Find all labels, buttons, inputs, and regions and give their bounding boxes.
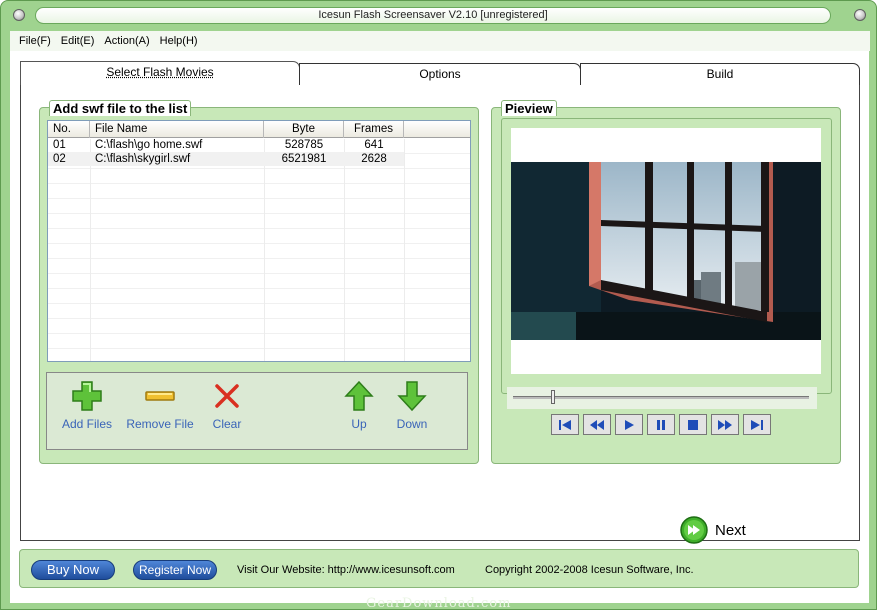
table-row[interactable]: 01 C:\flash\go home.swf 528785 641 <box>48 138 470 152</box>
app-window: Icesun Flash Screensaver V2.10 [unregist… <box>0 0 877 610</box>
cell-file-name: C:\flash\go home.swf <box>95 139 203 151</box>
tab-label: Build <box>706 67 734 81</box>
cell-byte: 528785 <box>284 139 324 151</box>
button-label: Up <box>351 417 367 431</box>
add-files-button[interactable]: Add Files <box>57 379 117 431</box>
group-title: Pieview <box>501 100 557 116</box>
column-divider <box>90 139 91 361</box>
seek-bar[interactable] <box>507 387 817 409</box>
client-area: Select Flash Movies Options Build Add sw… <box>10 51 869 603</box>
down-button[interactable]: Down <box>391 379 433 431</box>
file-list[interactable]: No. File Name Byte Frames 01 C:\flash\go… <box>47 120 471 362</box>
next-arrow-icon <box>680 516 708 544</box>
column-header-empty <box>404 121 470 138</box>
player-controls <box>551 414 771 435</box>
button-label: Add Files <box>61 417 113 431</box>
menu-bar: File(F) Edit(E) Action(A) Help(H) <box>10 31 870 51</box>
title-bar[interactable]: Icesun Flash Screensaver V2.10 [unregist… <box>5 4 874 28</box>
rewind-button[interactable] <box>583 414 611 435</box>
status-bar: Buy Now Register Now Visit Our Website: … <box>19 549 859 588</box>
button-label: Clear <box>212 417 242 431</box>
button-label: Down <box>396 417 428 431</box>
arrow-down-icon <box>394 379 430 413</box>
column-header-file-name[interactable]: File Name <box>90 121 264 138</box>
tab-panel: Add swf file to the list No. File Name B… <box>20 85 860 544</box>
rewind-icon <box>590 419 604 430</box>
system-menu-icon[interactable] <box>13 9 25 21</box>
table-row[interactable]: 02 C:\flash\skygirl.swf 6521981 2628 <box>48 152 404 166</box>
file-toolbar: Add Files Remove File Clear Up Down <box>46 372 468 450</box>
minus-icon <box>142 379 178 413</box>
cell-frames: 2628 <box>361 153 387 165</box>
pause-button[interactable] <box>647 414 675 435</box>
tab-label: Options <box>419 67 461 81</box>
menu-file[interactable]: File(F) <box>19 35 51 47</box>
next-label: Next <box>715 521 746 539</box>
tab-label: Select Flash Movies <box>106 65 214 79</box>
preview-image <box>511 162 821 340</box>
next-button[interactable]: Next <box>679 515 746 545</box>
skip-first-icon <box>559 419 571 430</box>
menu-action[interactable]: Action(A) <box>104 35 149 47</box>
up-button[interactable]: Up <box>339 379 379 431</box>
fast-forward-icon <box>718 419 732 430</box>
cell-file-name: C:\flash\skygirl.swf <box>95 153 191 165</box>
seek-thumb[interactable] <box>551 390 556 404</box>
fast-forward-button[interactable] <box>711 414 739 435</box>
x-icon <box>209 379 245 413</box>
column-header-frames[interactable]: Frames <box>344 121 404 138</box>
website-text[interactable]: Visit Our Website: http://www.icesunsoft… <box>237 564 455 576</box>
column-divider <box>404 139 405 361</box>
preview-group: Pieview <box>491 100 841 464</box>
remove-file-button[interactable]: Remove File <box>121 379 199 431</box>
tab-options[interactable]: Options <box>299 63 581 85</box>
column-divider <box>344 139 345 361</box>
cell-frames: 641 <box>364 139 384 151</box>
column-divider <box>264 139 265 361</box>
column-header-byte[interactable]: Byte <box>264 121 344 138</box>
stop-icon <box>688 419 698 430</box>
play-icon <box>625 419 634 430</box>
tab-build[interactable]: Build <box>580 63 860 85</box>
clear-button[interactable]: Clear <box>207 379 247 431</box>
file-list-group: Add swf file to the list No. File Name B… <box>39 100 479 464</box>
buy-now-button[interactable]: Buy Now <box>31 560 115 580</box>
seek-track <box>513 396 809 399</box>
list-gridlines <box>48 139 470 361</box>
close-icon[interactable] <box>854 9 866 21</box>
cell-no: 02 <box>53 153 66 165</box>
button-label: Remove File <box>126 417 194 431</box>
plus-icon <box>69 379 105 413</box>
cell-byte: 6521981 <box>281 153 327 165</box>
arrow-up-icon <box>341 379 377 413</box>
watermark: GearDownload.com <box>366 596 512 610</box>
list-header: No. File Name Byte Frames <box>48 121 470 138</box>
play-button[interactable] <box>615 414 643 435</box>
pause-icon <box>657 419 665 430</box>
tab-select-flash-movies[interactable]: Select Flash Movies <box>20 61 300 86</box>
first-button[interactable] <box>551 414 579 435</box>
menu-edit[interactable]: Edit(E) <box>61 35 95 47</box>
skip-last-icon <box>751 419 763 430</box>
preview-screen <box>511 128 821 374</box>
group-title: Add swf file to the list <box>49 100 192 116</box>
list-rows: 01 C:\flash\go home.swf 528785 641 02 C:… <box>48 138 470 166</box>
register-now-button[interactable]: Register Now <box>133 560 217 580</box>
window-title: Icesun Flash Screensaver V2.10 [unregist… <box>35 7 831 24</box>
column-header-no[interactable]: No. <box>48 121 90 138</box>
tab-strip: Select Flash Movies Options Build <box>20 61 860 86</box>
cell-no: 01 <box>53 139 66 151</box>
stop-button[interactable] <box>679 414 707 435</box>
menu-help[interactable]: Help(H) <box>160 35 198 47</box>
copyright-text: Copyright 2002-2008 Icesun Software, Inc… <box>485 564 694 576</box>
last-button[interactable] <box>743 414 771 435</box>
